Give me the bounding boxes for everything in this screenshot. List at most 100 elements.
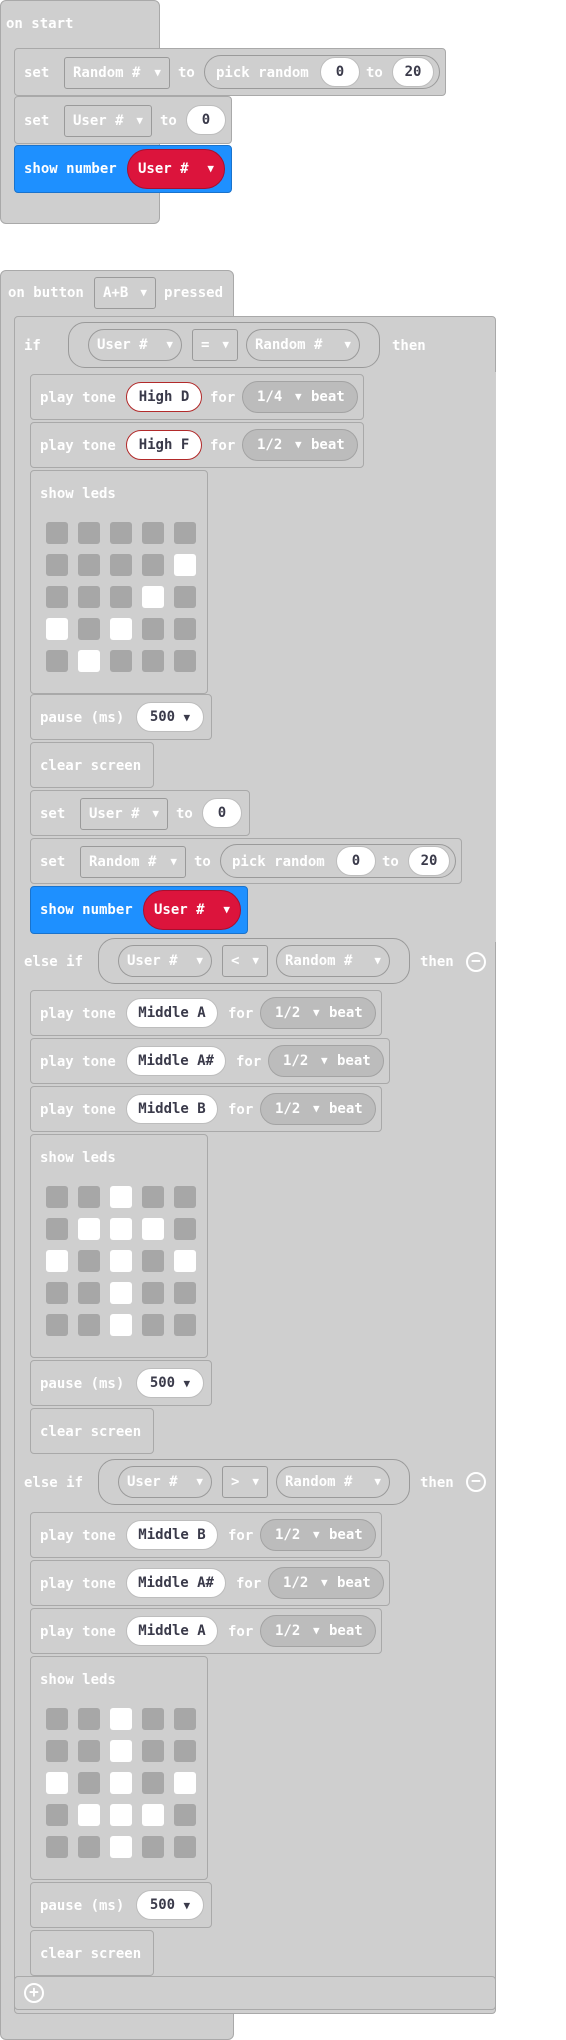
led-cell[interactable] (142, 1772, 164, 1794)
led-cell[interactable] (78, 1804, 100, 1826)
led-cell[interactable] (142, 554, 164, 576)
random-min-input[interactable]: 0 (320, 57, 360, 87)
led-cell[interactable] (78, 586, 100, 608)
left-variable[interactable]: User # ▼ (118, 1466, 212, 1498)
note-input[interactable]: Middle B (126, 1094, 218, 1124)
led-cell[interactable] (142, 1740, 164, 1762)
led-cell[interactable] (78, 1740, 100, 1762)
beat-dropdown[interactable]: 1/2 ▼ beat (242, 429, 358, 461)
led-cell[interactable] (174, 1708, 196, 1730)
led-cell[interactable] (46, 1804, 68, 1826)
minus-circle-icon[interactable]: − (466, 952, 486, 972)
led-cell[interactable] (142, 1804, 164, 1826)
led-cell[interactable] (110, 1186, 132, 1208)
note-input[interactable]: High D (126, 382, 202, 412)
random-max-input[interactable]: 20 (392, 57, 434, 87)
note-input[interactable]: Middle B (126, 1520, 218, 1550)
operator-dropdown[interactable]: < ▼ (222, 945, 268, 977)
led-cell[interactable] (174, 1282, 196, 1304)
led-grid[interactable] (46, 1708, 206, 1868)
led-cell[interactable] (78, 1708, 100, 1730)
led-cell[interactable] (46, 1186, 68, 1208)
led-cell[interactable] (142, 1836, 164, 1858)
led-cell[interactable] (78, 1186, 100, 1208)
led-cell[interactable] (46, 1740, 68, 1762)
led-cell[interactable] (46, 522, 68, 544)
led-cell[interactable] (174, 1804, 196, 1826)
led-cell[interactable] (174, 1772, 196, 1794)
led-cell[interactable] (46, 618, 68, 640)
led-cell[interactable] (46, 554, 68, 576)
led-cell[interactable] (46, 1708, 68, 1730)
led-cell[interactable] (110, 1282, 132, 1304)
led-cell[interactable] (110, 1314, 132, 1336)
beat-dropdown[interactable]: 1/2 ▼ beat (268, 1567, 384, 1599)
led-cell[interactable] (46, 1836, 68, 1858)
led-cell[interactable] (110, 522, 132, 544)
led-cell[interactable] (46, 650, 68, 672)
led-cell[interactable] (78, 554, 100, 576)
right-variable[interactable]: Random # ▼ (276, 1466, 390, 1498)
led-cell[interactable] (142, 1708, 164, 1730)
led-cell[interactable] (142, 586, 164, 608)
led-cell[interactable] (110, 586, 132, 608)
led-cell[interactable] (174, 618, 196, 640)
led-cell[interactable] (142, 1282, 164, 1304)
led-cell[interactable] (78, 1250, 100, 1272)
led-cell[interactable] (142, 1314, 164, 1336)
operator-dropdown[interactable]: = ▼ (192, 329, 238, 361)
led-cell[interactable] (142, 1218, 164, 1240)
note-input[interactable]: Middle A# (126, 1568, 226, 1598)
button-dropdown[interactable]: A+B ▼ (94, 277, 156, 309)
user-variable-reporter[interactable]: User # ▼ (127, 149, 225, 189)
value-input[interactable]: 0 (186, 105, 226, 135)
led-grid[interactable] (46, 522, 206, 682)
led-cell[interactable] (78, 522, 100, 544)
right-variable[interactable]: Random # ▼ (246, 329, 360, 361)
note-input[interactable]: Middle A (126, 998, 218, 1028)
led-cell[interactable] (46, 586, 68, 608)
variable-dropdown[interactable]: User # ▼ (80, 798, 168, 830)
note-input[interactable]: Middle A# (126, 1046, 226, 1076)
led-cell[interactable] (174, 554, 196, 576)
pause-dropdown[interactable]: 500 ▼ (136, 1890, 204, 1920)
left-variable[interactable]: User # ▼ (88, 329, 182, 361)
led-cell[interactable] (46, 1282, 68, 1304)
led-cell[interactable] (110, 1740, 132, 1762)
pause-dropdown[interactable]: 500 ▼ (136, 1368, 204, 1398)
led-cell[interactable] (110, 554, 132, 576)
led-cell[interactable] (174, 1314, 196, 1336)
led-cell[interactable] (142, 618, 164, 640)
led-cell[interactable] (174, 1740, 196, 1762)
beat-dropdown[interactable]: 1/2 ▼ beat (260, 1093, 376, 1125)
led-cell[interactable] (110, 1218, 132, 1240)
note-input[interactable]: High F (126, 430, 202, 460)
led-cell[interactable] (110, 1708, 132, 1730)
plus-circle-icon[interactable]: + (24, 1983, 44, 2003)
beat-dropdown[interactable]: 1/2 ▼ beat (260, 997, 376, 1029)
led-cell[interactable] (110, 1772, 132, 1794)
led-cell[interactable] (78, 650, 100, 672)
pause-dropdown[interactable]: 500 ▼ (136, 702, 204, 732)
beat-dropdown[interactable]: 1/2 ▼ beat (268, 1045, 384, 1077)
led-cell[interactable] (174, 650, 196, 672)
led-cell[interactable] (110, 1804, 132, 1826)
beat-dropdown[interactable]: 1/2 ▼ beat (260, 1519, 376, 1551)
led-cell[interactable] (174, 1218, 196, 1240)
user-variable-reporter[interactable]: User # ▼ (143, 890, 241, 930)
led-cell[interactable] (78, 1218, 100, 1240)
led-cell[interactable] (110, 650, 132, 672)
beat-dropdown[interactable]: 1/2 ▼ beat (260, 1615, 376, 1647)
led-cell[interactable] (142, 650, 164, 672)
led-cell[interactable] (46, 1314, 68, 1336)
led-grid[interactable] (46, 1186, 206, 1346)
led-cell[interactable] (142, 522, 164, 544)
variable-dropdown[interactable]: User # ▼ (64, 105, 152, 137)
led-cell[interactable] (174, 586, 196, 608)
beat-dropdown[interactable]: 1/4 ▼ beat (242, 381, 358, 413)
led-cell[interactable] (78, 1282, 100, 1304)
random-max-input[interactable]: 20 (408, 846, 450, 876)
led-cell[interactable] (110, 1836, 132, 1858)
random-min-input[interactable]: 0 (336, 846, 376, 876)
led-cell[interactable] (174, 522, 196, 544)
